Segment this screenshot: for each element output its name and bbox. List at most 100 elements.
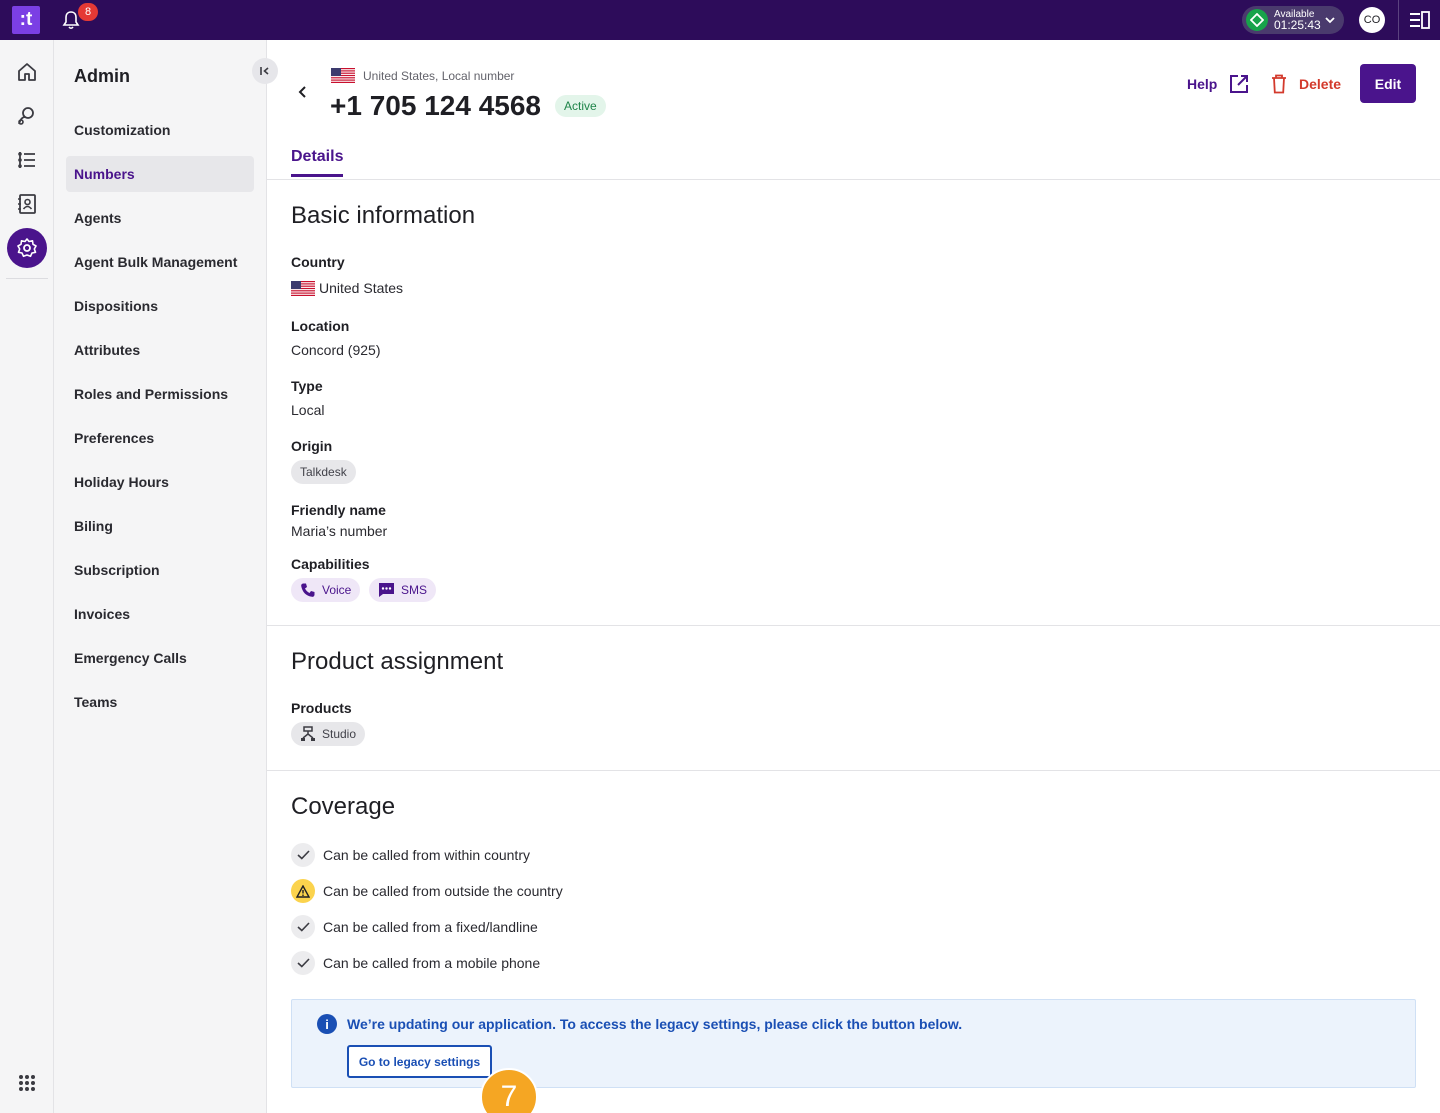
notification-badge: 8 (78, 3, 98, 21)
coverage-title: Coverage (291, 793, 396, 820)
studio-label: Studio (322, 727, 357, 741)
banner-text: We’re updating our application. To acces… (347, 1016, 963, 1032)
sidebar-item-emergency-calls[interactable]: Emergency Calls (66, 640, 254, 676)
status-badge: Active (555, 95, 606, 117)
edit-button[interactable]: Edit (1360, 64, 1416, 103)
legacy-info-banner: i We’re updating our application. To acc… (291, 999, 1416, 1088)
rail-contacts[interactable] (7, 96, 47, 136)
tab-details[interactable]: Details (291, 148, 344, 177)
home-icon (18, 63, 36, 81)
sms-icon (379, 583, 394, 597)
collapse-left-icon (260, 67, 269, 75)
status-indicator-icon (1246, 9, 1268, 31)
voice-label: Voice (322, 583, 352, 597)
type-label: Type (291, 378, 323, 394)
address-book-icon (18, 194, 36, 214)
trash-icon (1272, 74, 1286, 94)
sidebar-item-agent-bulk-management[interactable]: Agent Bulk Management (66, 244, 254, 280)
sidebar-item-dispositions[interactable]: Dispositions (66, 288, 254, 324)
location-value: Concord (925) (291, 342, 381, 358)
sidebar-item-invoices[interactable]: Invoices (66, 596, 254, 632)
page-title: +1 705 124 4568 (330, 90, 541, 121)
sidebar-item-attributes[interactable]: Attributes (66, 332, 254, 368)
country-text: United States (319, 280, 404, 296)
sidebar-item-numbers[interactable]: Numbers (66, 156, 254, 192)
main-content: United States, Local number +1 705 124 4… (267, 40, 1440, 1113)
contact-icon (18, 107, 34, 125)
coverage-item-label: Can be called from a mobile phone (323, 955, 541, 971)
topbar-divider (1398, 0, 1399, 40)
sms-chip: SMS (369, 578, 437, 602)
us-flag-icon (331, 68, 355, 83)
sms-label: SMS (401, 583, 428, 597)
status-selector[interactable]: Available 01:25:43 (1242, 6, 1344, 34)
tabs-divider (267, 179, 1440, 180)
location-label: Location (291, 318, 350, 334)
products-label: Products (291, 700, 352, 716)
type-value: Local (291, 402, 325, 418)
collapse-sidebar-button[interactable] (252, 58, 278, 84)
rail-home[interactable] (7, 52, 47, 92)
rail-lists[interactable] (7, 140, 47, 180)
sidebar-item-roles-and-permissions[interactable]: Roles and Permissions (66, 376, 254, 412)
coverage-item-label: Can be called from outside the country (323, 883, 563, 899)
rail-settings[interactable] (7, 228, 47, 268)
coverage-item: Can be called from a fixed/landline (291, 915, 538, 939)
help-button[interactable]: Help (1187, 74, 1249, 94)
friendly-name-value: Maria’s number (291, 523, 388, 539)
sidebar-item-customization[interactable]: Customization (66, 112, 254, 148)
check-icon (291, 843, 315, 867)
settings-icon (17, 238, 37, 258)
capabilities-label: Capabilities (291, 556, 370, 572)
app-grid-icon[interactable] (18, 1074, 36, 1092)
phone-icon (301, 583, 315, 597)
delete-button[interactable]: Delete (1271, 74, 1341, 94)
status-timer: 01:25:43 (1274, 18, 1321, 32)
warning-icon (291, 879, 315, 903)
voice-chip: Voice (291, 578, 361, 602)
talkdesk-logo[interactable]: :t (12, 6, 40, 34)
coverage-item: Can be called from within country (291, 843, 530, 867)
rail-address-book[interactable] (7, 184, 47, 224)
coverage-item-label: Can be called from within country (323, 847, 530, 863)
origin-chip: Talkdesk (291, 460, 356, 484)
side-panel-icon[interactable] (1410, 11, 1430, 29)
check-icon (291, 951, 315, 975)
sidebar-title: Admin (74, 66, 130, 86)
sidebar-item-holiday-hours[interactable]: Holiday Hours (66, 464, 254, 500)
delete-label: Delete (1299, 76, 1342, 92)
avatar[interactable]: CO (1359, 7, 1385, 33)
us-flag-icon (291, 280, 315, 296)
check-icon (291, 915, 315, 939)
coverage-item-label: Can be called from a fixed/landline (323, 919, 538, 935)
studio-chip: Studio (291, 722, 366, 746)
go-to-legacy-settings-button[interactable]: Go to legacy settings (347, 1045, 492, 1078)
number-meta-text: United States, Local number (363, 68, 515, 83)
chevron-down-icon (1325, 17, 1335, 24)
help-label: Help (1187, 76, 1218, 92)
back-arrow-icon[interactable] (295, 84, 311, 100)
sidebar-item-subscription[interactable]: Subscription (66, 552, 254, 588)
admin-nav: Customization Numbers Agents Agent Bulk Man… (66, 112, 254, 728)
section-divider (267, 770, 1440, 771)
section-divider (267, 625, 1440, 626)
coverage-item: Can be called from outside the country (291, 879, 563, 903)
list-icon (18, 152, 35, 168)
sidebar-item-agents[interactable]: Agents (66, 200, 254, 236)
sidebar-item-biling[interactable]: Biling (66, 508, 254, 544)
origin-label: Origin (291, 438, 333, 454)
admin-sidebar: Admin Customization Numbers Agents Agent Bu… (54, 40, 278, 1113)
product-assignment-title: Product assignment (291, 648, 504, 675)
rail-divider (6, 278, 48, 279)
top-bar: :t 8 Available 01:25:43 CO (0, 0, 1440, 40)
coverage-item: Can be called from a mobile phone (291, 951, 540, 975)
number-meta: United States, Local number (331, 68, 514, 83)
info-icon: i (317, 1014, 337, 1034)
sidebar-item-preferences[interactable]: Preferences (66, 420, 254, 456)
sidebar-item-teams[interactable]: Teams (66, 684, 254, 720)
external-link-icon (1230, 75, 1249, 93)
country-label: Country (291, 254, 345, 270)
app-rail (0, 40, 54, 1113)
country-value: United States (291, 280, 403, 296)
friendly-name-label: Friendly name (291, 502, 386, 518)
